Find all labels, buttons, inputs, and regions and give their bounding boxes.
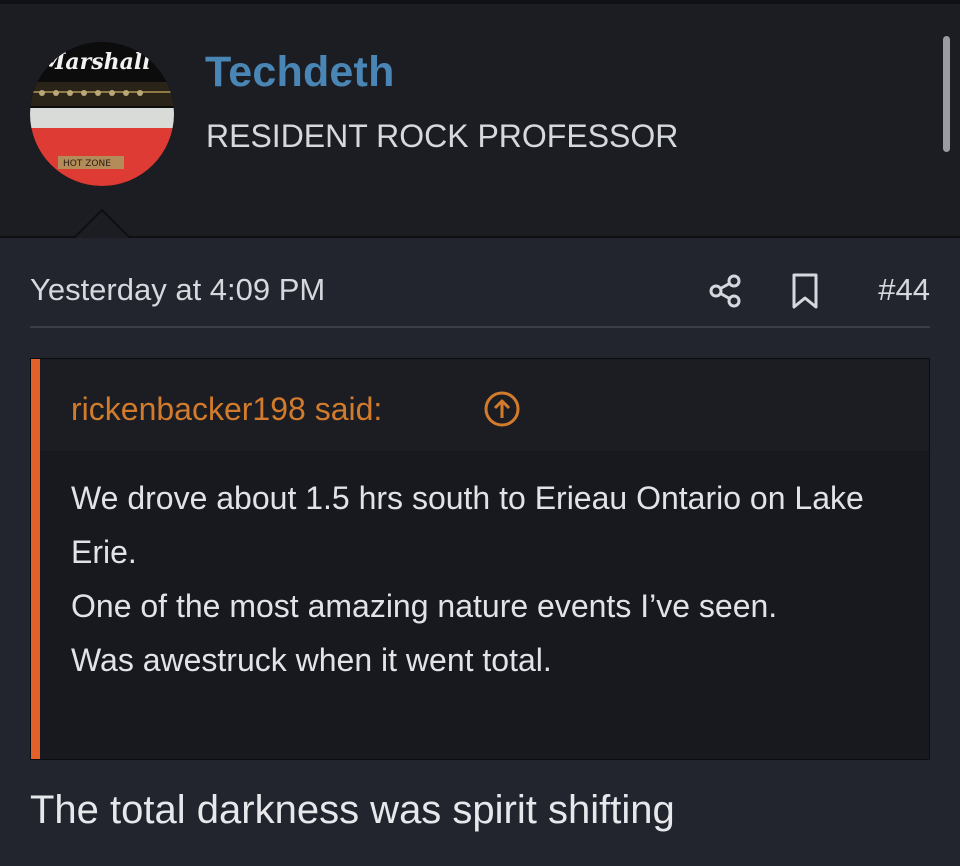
post-date[interactable]: Yesterday at 4:09 PM	[30, 272, 325, 308]
quote-line: Was awestruck when it went total.	[71, 642, 552, 678]
quote-body: We drove about 1.5 hrs south to Erieau O…	[71, 471, 911, 687]
quote-header: rickenbacker198 said:	[40, 359, 929, 451]
quote-accent-bar	[31, 359, 40, 759]
quote-line: We drove about 1.5 hrs south to Erieau O…	[71, 480, 864, 570]
arrow-up-circle-icon[interactable]	[483, 390, 521, 428]
user-info-block: Marshall HOT ZONE Techdeth RESIDENT ROCK…	[0, 4, 960, 238]
user-title: RESIDENT ROCK PROFESSOR	[206, 118, 679, 154]
post-header: Yesterday at 4:09 PM #44	[30, 272, 930, 328]
scrollbar[interactable]	[943, 36, 950, 152]
avatar-image: Marshall HOT ZONE	[30, 42, 174, 186]
avatar-panel-text: HOT ZONE	[63, 159, 111, 169]
bookmark-icon[interactable]	[788, 272, 822, 310]
post-text: The total darkness was spirit shifting	[30, 788, 675, 832]
quote-line: One of the most amazing nature events I’…	[71, 588, 778, 624]
avatar[interactable]: Marshall HOT ZONE	[30, 42, 174, 186]
message-pointer	[73, 208, 132, 240]
quote-block: rickenbacker198 said: We drove about 1.5…	[30, 358, 930, 760]
quote-author[interactable]: rickenbacker198 said:	[71, 391, 382, 428]
share-icon[interactable]	[707, 272, 745, 310]
username[interactable]: Techdeth	[205, 48, 395, 97]
avatar-brand-text: Marshall	[40, 49, 151, 75]
post-number[interactable]: #44	[878, 272, 930, 308]
